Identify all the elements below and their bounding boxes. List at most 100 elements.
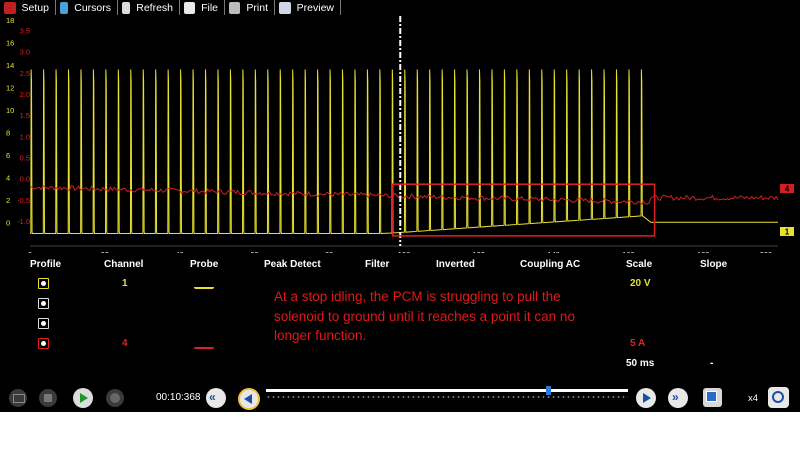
waveform-plot[interactable]: 1816141210864203.53.02.52.01.51.00.50.0-…	[0, 15, 800, 253]
toolbar: Setup Cursors Refresh File Print Preview	[0, 0, 341, 15]
column-header: Scale	[626, 259, 653, 270]
refresh-icon	[122, 1, 131, 14]
step-forward-button[interactable]	[636, 388, 656, 408]
column-header: Coupling AC	[520, 259, 581, 270]
y-tick-yellow: 12	[6, 83, 14, 92]
scale-value[interactable]: 20 V	[630, 278, 651, 289]
zoom-fit-button[interactable]	[703, 388, 722, 407]
rewind-button[interactable]: «	[206, 388, 226, 408]
slope-value[interactable]: -	[710, 358, 713, 369]
chevron-left-icon	[244, 394, 252, 404]
toolbar-label: File	[201, 1, 218, 14]
visibility-eye-icon[interactable]	[38, 338, 49, 349]
y-tick-yellow: 2	[6, 196, 10, 205]
y-tick-yellow: 16	[6, 38, 14, 47]
y-tick-yellow: 18	[6, 16, 14, 25]
toolbar-preview-button[interactable]: Preview	[275, 0, 341, 15]
record-button[interactable]	[106, 389, 124, 407]
x-tick: 40	[175, 250, 183, 253]
x-tick: 200 ms	[760, 250, 785, 253]
toolbar-label: Refresh	[136, 1, 173, 14]
x-tick: 0	[28, 250, 32, 253]
stop-button[interactable]	[39, 389, 57, 407]
x-tick: 180	[697, 250, 710, 253]
double-chevron-right-icon: »	[672, 390, 679, 404]
double-chevron-left-icon: «	[209, 390, 216, 404]
step-back-button[interactable]	[238, 388, 260, 410]
channel-marker-label: 4	[785, 185, 790, 194]
toolbar-refresh-button[interactable]: Refresh	[118, 0, 180, 15]
toolbar-label: Print	[246, 1, 268, 14]
toolbar-filler	[346, 0, 800, 15]
timebase-value[interactable]: 50 ms	[626, 358, 654, 369]
zoom-level: x4	[748, 393, 759, 404]
y-tick-red: 0.5	[20, 154, 30, 163]
time-slider-track[interactable]	[266, 389, 628, 392]
toolbar-file-button[interactable]: File	[180, 0, 225, 15]
chevron-right-icon	[643, 393, 651, 403]
column-header: Peak Detect	[264, 259, 321, 270]
column-header: Filter	[365, 259, 390, 270]
amp-clamp-icon[interactable]	[194, 339, 214, 349]
y-tick-red: 2.5	[20, 69, 30, 78]
visibility-eye-icon[interactable]	[38, 298, 49, 309]
x-tick: 20	[101, 250, 109, 253]
channel-number: 4	[122, 338, 128, 349]
magnifier-icon	[772, 391, 784, 403]
fast-forward-button[interactable]: »	[668, 388, 688, 408]
y-tick-red: 1.0	[20, 132, 30, 141]
toolbar-label: Setup	[21, 1, 49, 14]
toolbar-label: Cursors	[74, 1, 111, 14]
preview-icon	[279, 1, 291, 14]
visibility-eye-icon[interactable]	[38, 278, 49, 289]
x-tick: 100	[398, 250, 411, 253]
column-header: Inverted	[436, 259, 475, 270]
x-tick: 80	[325, 250, 333, 253]
annotation-text: At a stop idling, the PCM is struggling …	[274, 289, 575, 343]
y-tick-red: 3.0	[20, 48, 30, 57]
y-tick-red: 1.5	[20, 111, 30, 120]
y-tick-yellow: 4	[6, 173, 10, 182]
scope-app: Setup Cursors Refresh File Print Preview 18 16…	[0, 0, 800, 412]
toolbar-cursors-button[interactable]: Cursors	[56, 0, 118, 15]
zoom-button[interactable]	[768, 387, 789, 408]
channel-table-header: Profile Channel Probe Peak Detect Filter Inve…	[0, 259, 800, 270]
column-header: Probe	[190, 259, 219, 270]
column-header: Slope	[700, 259, 728, 270]
time-slider-ticks	[266, 396, 628, 398]
play-icon	[80, 393, 88, 403]
camera-icon	[13, 394, 25, 403]
y-tick-yellow: 0	[6, 218, 10, 227]
scale-value[interactable]: 5 A	[630, 338, 645, 349]
y-tick-red: 3.5	[20, 27, 30, 36]
visibility-eye-icon[interactable]	[38, 318, 49, 329]
y-tick-red: 0.0	[20, 175, 30, 184]
x-tick: 60	[250, 250, 258, 253]
column-header: Profile	[30, 259, 62, 270]
channel-number: 1	[122, 278, 128, 289]
stop-icon	[44, 394, 52, 402]
setup-icon	[4, 1, 16, 14]
voltage-probe-icon[interactable]	[194, 279, 214, 289]
y-tick-yellow: 10	[6, 106, 14, 115]
x-tick: 160	[622, 250, 635, 253]
x-tick: 120	[473, 250, 486, 253]
cursors-icon	[60, 1, 69, 14]
toolbar-print-button[interactable]: Print	[225, 0, 275, 15]
y-tick-yellow: 14	[6, 61, 14, 70]
elapsed-time: 00:10:368	[156, 392, 201, 403]
play-button[interactable]	[73, 388, 93, 408]
y-tick-red: -0.5	[17, 196, 30, 205]
y-tick-red: -1.0	[17, 217, 30, 226]
record-icon	[110, 393, 120, 403]
toolbar-setup-button[interactable]: Setup	[0, 0, 56, 15]
print-icon	[229, 1, 241, 14]
zoom-fit-icon	[706, 391, 717, 402]
channel-marker-label: 1	[785, 228, 790, 237]
time-slider-thumb[interactable]	[546, 386, 552, 395]
camera-button[interactable]	[9, 389, 27, 407]
y-tick-yellow: 8	[6, 128, 10, 137]
toolbar-label: Preview	[296, 1, 334, 14]
y-tick-red: 2.0	[20, 90, 30, 99]
column-header: Channel	[104, 259, 144, 270]
